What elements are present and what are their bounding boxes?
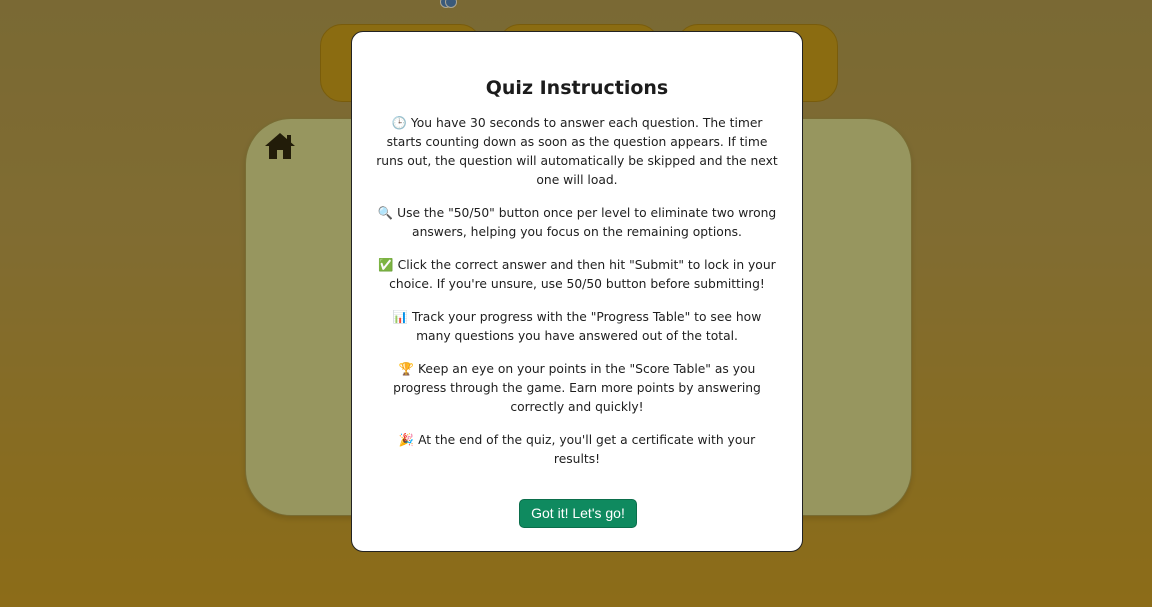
bar-chart-icon: 📊 [392,310,409,324]
check-icon: ✅ [378,258,394,272]
instruction-text: Use the "50/50" button once per level to… [397,206,777,239]
instruction-text: You have 30 seconds to answer each quest… [376,116,778,187]
instruction-item: 🏆 Keep an eye on your points in the "Scor… [376,360,778,417]
party-icon: 🎉 [398,433,415,447]
trophy-icon: 🏆 [398,362,414,376]
instructions-modal: Quiz Instructions 🕒 You have 30 seconds t… [351,31,803,552]
instruction-item: 🎉 At the end of the quiz, you'll get a ce… [376,431,778,469]
instruction-item: 📊 Track your progress with the "Progress … [376,308,778,346]
modal-title: Quiz Instructions [485,77,669,99]
instruction-item: 🕒 You have 30 seconds to answer each ques… [376,114,778,190]
got-it-button[interactable]: Got it! Let's go! [519,499,637,528]
instruction-text: Keep an eye on your points in the "Score… [393,362,761,414]
instruction-item: ✅ Click the correct answer and then hit "… [376,256,778,294]
clock-icon: 🕒 [391,116,407,130]
instructions-list: 🕒 You have 30 seconds to answer each ques… [352,114,802,469]
instruction-text: Track your progress with the "Progress T… [412,310,762,343]
instruction-text: At the end of the quiz, you'll get a cer… [418,433,756,466]
instruction-text: Click the correct answer and then hit "S… [389,258,776,291]
magnifier-icon: 🔍 [377,206,394,220]
instruction-item: 🔍 Use the "50/50" button once per level t… [376,204,778,242]
